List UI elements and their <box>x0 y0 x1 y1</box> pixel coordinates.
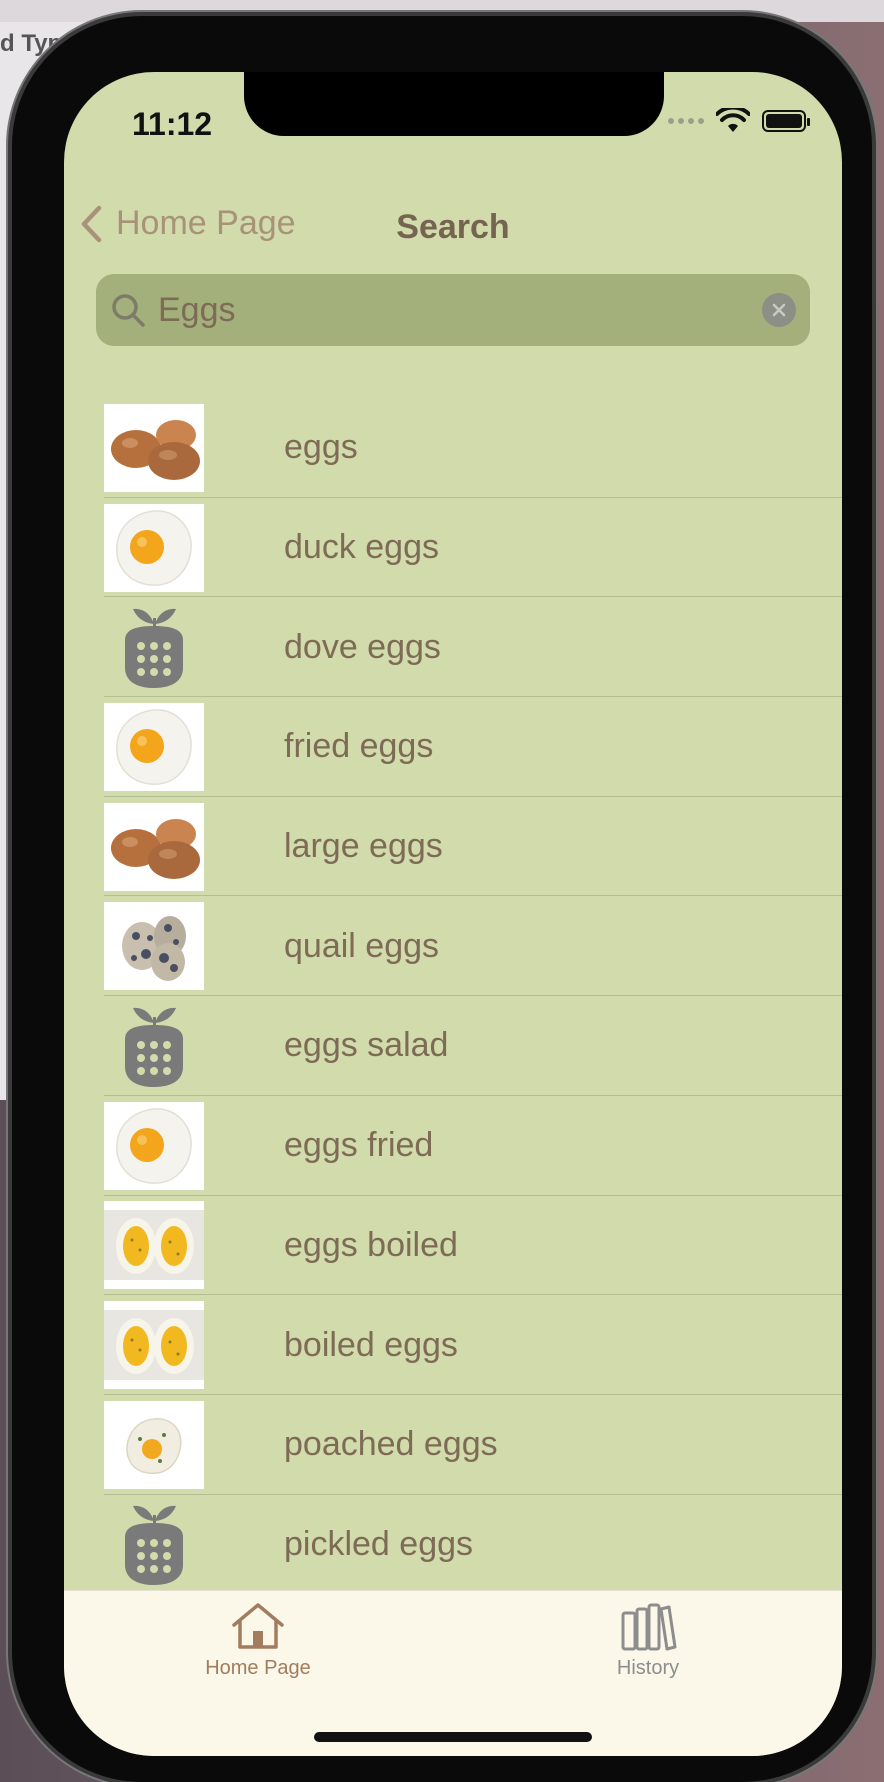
food-thumbnail <box>104 503 204 592</box>
result-label: eggs boiled <box>284 1225 458 1264</box>
tab-history[interactable]: History <box>548 1601 748 1680</box>
food-thumbnail <box>104 403 204 492</box>
food-thumbnail <box>104 802 204 891</box>
result-row[interactable]: quail eggs <box>64 896 842 996</box>
result-label: quail eggs <box>284 926 440 965</box>
food-thumbnail <box>104 1201 204 1290</box>
result-row[interactable]: dove eggs <box>64 597 842 697</box>
tab-bar: Home Page History <box>64 1590 842 1756</box>
food-thumbnail <box>104 1301 204 1390</box>
result-label: pickled eggs <box>284 1524 474 1563</box>
notch <box>244 72 664 136</box>
result-label: poached eggs <box>284 1425 498 1464</box>
tab-home-page-label: Home Page <box>205 1657 311 1679</box>
status-indicators <box>668 108 810 134</box>
result-row[interactable]: poached eggs <box>64 1395 842 1495</box>
result-row[interactable]: pickled eggs <box>64 1495 842 1595</box>
status-time: 11:12 <box>132 106 213 142</box>
result-label: eggs salad <box>284 1026 449 1065</box>
search-results-list: eggs duck eggs dove eggs fried eggs large eg… <box>64 398 842 1594</box>
food-thumbnail <box>104 702 204 791</box>
search-input[interactable]: Eggs <box>158 291 762 330</box>
app-screen: 11:12 Home Page Search Eggs eggs duck eg… <box>64 72 842 1756</box>
signal-icon <box>668 118 704 124</box>
books-icon <box>621 1603 677 1651</box>
clear-search-button[interactable] <box>762 293 796 327</box>
food-thumbnail <box>104 902 204 991</box>
result-row[interactable]: eggs boiled <box>64 1196 842 1296</box>
result-label: eggs fried <box>284 1126 434 1165</box>
placeholder-food-icon <box>104 603 204 691</box>
result-row[interactable]: eggs fried <box>64 1096 842 1196</box>
search-icon <box>112 294 145 327</box>
result-row[interactable]: eggs salad <box>64 996 842 1096</box>
result-label: dove eggs <box>284 627 441 666</box>
food-thumbnail <box>104 1400 204 1489</box>
food-thumbnail <box>104 1101 204 1190</box>
result-row[interactable]: fried eggs <box>64 697 842 797</box>
house-icon <box>232 1603 284 1649</box>
page-title: Search <box>396 208 510 246</box>
result-label: boiled eggs <box>284 1325 458 1364</box>
wifi-icon <box>716 108 750 132</box>
result-label: eggs <box>284 428 358 467</box>
home-indicator <box>314 1732 592 1742</box>
placeholder-food-icon <box>104 1500 204 1588</box>
result-row[interactable]: large eggs <box>64 797 842 897</box>
search-field[interactable]: Eggs <box>96 274 810 346</box>
result-row[interactable]: duck eggs <box>64 498 842 598</box>
navigation-bar: Home Page Search <box>64 192 842 262</box>
tab-home-page[interactable]: Home Page <box>158 1601 358 1680</box>
placeholder-food-icon <box>104 1002 204 1090</box>
close-icon <box>772 303 786 317</box>
result-row[interactable]: eggs <box>64 398 842 498</box>
result-label: fried eggs <box>284 727 434 766</box>
phone-frame: 11:12 Home Page Search Eggs eggs duck eg… <box>12 16 872 1782</box>
tab-history-label: History <box>616 1657 680 1679</box>
battery-icon <box>762 110 810 132</box>
result-row[interactable]: boiled eggs <box>64 1295 842 1395</box>
result-label: duck eggs <box>284 528 439 567</box>
result-label: large eggs <box>284 827 443 866</box>
